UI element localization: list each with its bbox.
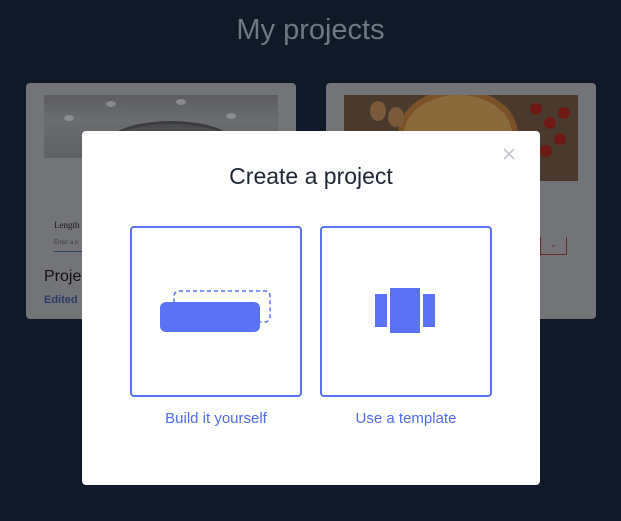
template-carousel-icon: [375, 288, 435, 333]
project-name: Proje: [44, 268, 82, 285]
thumbnail-tomato: [540, 145, 552, 157]
page-title: My projects: [236, 14, 385, 46]
thumbnail-egg: [388, 107, 404, 127]
build-it-yourself-label[interactable]: Build it yourself: [130, 410, 302, 427]
thumbnail-tomato: [554, 133, 566, 145]
thumbnail-lamp: [64, 115, 74, 121]
card-select: ⌄: [540, 237, 567, 255]
use-a-template-label[interactable]: Use a template: [320, 410, 492, 427]
thumbnail-tomato: [530, 103, 542, 115]
thumbnail-tomato: [558, 107, 570, 119]
thumbnail-egg: [370, 101, 386, 121]
thumbnail-tomato: [544, 117, 556, 129]
close-icon: [503, 148, 515, 160]
use-a-template-option[interactable]: [320, 226, 492, 397]
close-button[interactable]: [500, 145, 518, 163]
build-it-yourself-option[interactable]: [130, 226, 302, 397]
card-field-label: Length: [54, 220, 80, 230]
blank-canvas-icon: [160, 290, 271, 332]
modal-title: Create a project: [229, 163, 393, 189]
thumbnail-lamp: [106, 101, 116, 107]
project-edited-info: Edited: [44, 294, 78, 306]
thumbnail-lamp: [176, 99, 186, 105]
create-project-modal: Create a project Build it yourself Use a…: [82, 131, 540, 485]
thumbnail-lamp: [226, 113, 236, 119]
